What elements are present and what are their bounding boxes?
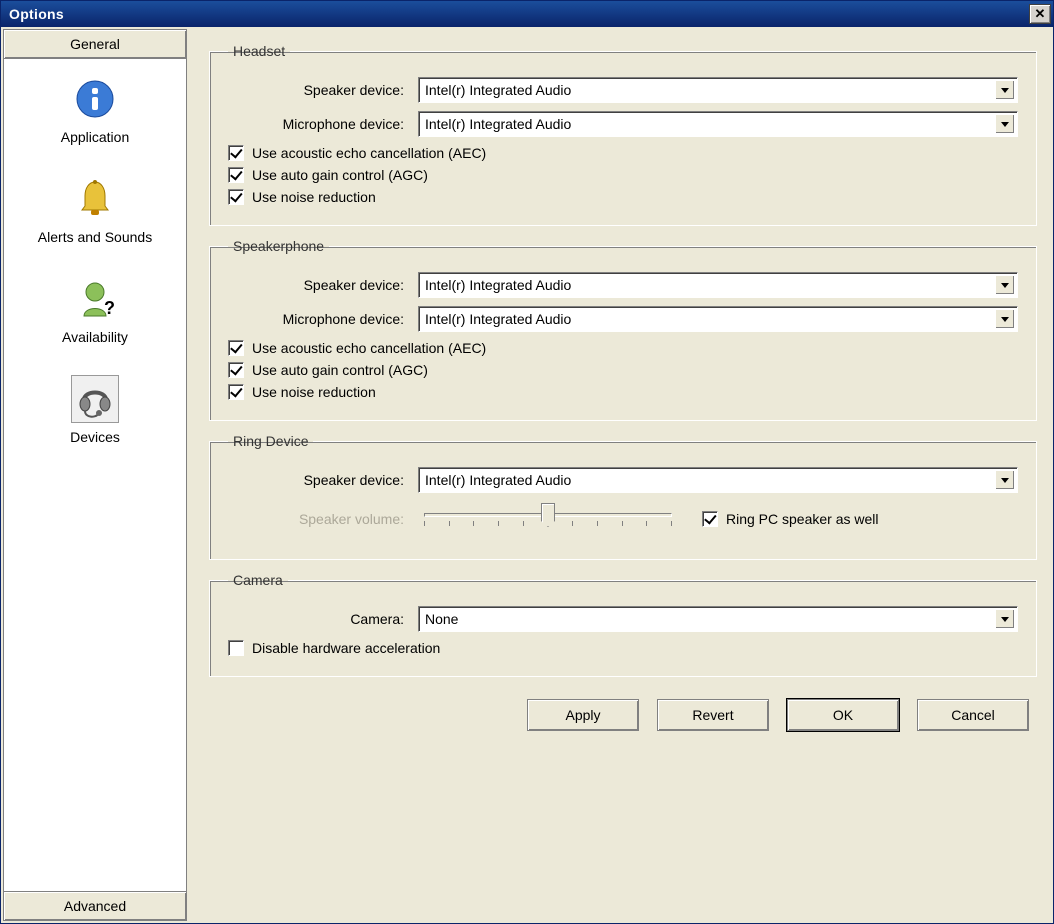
speakerphone-agc-checkbox[interactable] xyxy=(228,362,244,378)
checkbox-label: Disable hardware acceleration xyxy=(252,640,440,656)
chevron-down-icon xyxy=(995,114,1015,134)
sidebar-item-label: Application xyxy=(61,129,130,145)
checkbox-label: Use noise reduction xyxy=(252,384,376,400)
sidebar-item-label: Devices xyxy=(70,429,120,445)
options-window: Options ✕ General Application xyxy=(0,0,1054,924)
camera-label: Camera: xyxy=(228,611,418,627)
headset-icon xyxy=(71,375,119,423)
sidebar-item-label: Alerts and Sounds xyxy=(38,229,152,245)
chevron-down-icon xyxy=(995,309,1015,329)
disable-hw-accel-checkbox[interactable] xyxy=(228,640,244,656)
button-bar: Apply Revert OK Cancel xyxy=(209,689,1037,735)
chevron-down-icon xyxy=(995,470,1015,490)
group-headset: Headset Speaker device: Intel(r) Integra… xyxy=(209,43,1037,226)
titlebar: Options ✕ xyxy=(1,1,1053,27)
speakerphone-aec-checkbox[interactable] xyxy=(228,340,244,356)
camera-dropdown[interactable]: None xyxy=(418,606,1018,632)
chevron-down-icon xyxy=(995,80,1015,100)
group-legend: Headset xyxy=(228,43,290,59)
sidebar-items: Application Alerts and Sounds xyxy=(4,59,186,891)
window-title: Options xyxy=(9,6,64,22)
dropdown-value: None xyxy=(425,611,458,627)
ring-pc-speaker-checkbox[interactable] xyxy=(702,511,718,527)
dropdown-value: Intel(r) Integrated Audio xyxy=(425,277,571,293)
ring-volume-label: Speaker volume: xyxy=(228,511,418,527)
headset-speaker-dropdown[interactable]: Intel(r) Integrated Audio xyxy=(418,77,1018,103)
apply-button[interactable]: Apply xyxy=(527,699,639,731)
sidebar-item-application[interactable]: Application xyxy=(57,71,134,149)
sidebar-category-general[interactable]: General xyxy=(4,30,186,59)
ring-volume-slider[interactable] xyxy=(418,501,678,537)
group-camera: Camera Camera: None Disable hardware acc… xyxy=(209,572,1037,677)
cancel-button[interactable]: Cancel xyxy=(917,699,1029,731)
sidebar-item-devices[interactable]: Devices xyxy=(66,371,124,449)
svg-text:?: ? xyxy=(104,298,115,318)
headset-nr-checkbox[interactable] xyxy=(228,189,244,205)
checkbox-label: Use auto gain control (AGC) xyxy=(252,362,428,378)
sidebar: General Application xyxy=(3,29,187,921)
headset-speaker-label: Speaker device: xyxy=(228,82,418,98)
ok-button[interactable]: OK xyxy=(787,699,899,731)
ring-speaker-label: Speaker device: xyxy=(228,472,418,488)
sidebar-item-alerts[interactable]: Alerts and Sounds xyxy=(34,171,156,249)
headset-mic-label: Microphone device: xyxy=(228,116,418,132)
bell-icon xyxy=(71,175,119,223)
headset-aec-checkbox[interactable] xyxy=(228,145,244,161)
close-button[interactable]: ✕ xyxy=(1029,4,1051,24)
headset-agc-checkbox[interactable] xyxy=(228,167,244,183)
group-speakerphone: Speakerphone Speaker device: Intel(r) In… xyxy=(209,238,1037,421)
speakerphone-mic-dropdown[interactable]: Intel(r) Integrated Audio xyxy=(418,306,1018,332)
dropdown-value: Intel(r) Integrated Audio xyxy=(425,472,571,488)
group-legend: Camera xyxy=(228,572,288,588)
dropdown-value: Intel(r) Integrated Audio xyxy=(425,311,571,327)
checkbox-label: Ring PC speaker as well xyxy=(726,511,879,527)
availability-icon: ? xyxy=(71,275,119,323)
dropdown-value: Intel(r) Integrated Audio xyxy=(425,82,571,98)
chevron-down-icon xyxy=(995,609,1015,629)
group-legend: Speakerphone xyxy=(228,238,329,254)
close-icon: ✕ xyxy=(1035,6,1046,22)
dropdown-value: Intel(r) Integrated Audio xyxy=(425,116,571,132)
application-icon xyxy=(71,75,119,123)
checkbox-label: Use acoustic echo cancellation (AEC) xyxy=(252,145,486,161)
ring-speaker-dropdown[interactable]: Intel(r) Integrated Audio xyxy=(418,467,1018,493)
checkbox-label: Use acoustic echo cancellation (AEC) xyxy=(252,340,486,356)
main-panel: Headset Speaker device: Intel(r) Integra… xyxy=(195,29,1051,921)
chevron-down-icon xyxy=(995,275,1015,295)
group-legend: Ring Device xyxy=(228,433,313,449)
speakerphone-nr-checkbox[interactable] xyxy=(228,384,244,400)
sidebar-item-availability[interactable]: ? Availability xyxy=(58,271,132,349)
headset-mic-dropdown[interactable]: Intel(r) Integrated Audio xyxy=(418,111,1018,137)
group-ring-device: Ring Device Speaker device: Intel(r) Int… xyxy=(209,433,1037,560)
revert-button[interactable]: Revert xyxy=(657,699,769,731)
speakerphone-mic-label: Microphone device: xyxy=(228,311,418,327)
sidebar-item-label: Availability xyxy=(62,329,128,345)
window-body: General Application xyxy=(1,27,1053,923)
checkbox-label: Use noise reduction xyxy=(252,189,376,205)
checkbox-label: Use auto gain control (AGC) xyxy=(252,167,428,183)
sidebar-category-advanced[interactable]: Advanced xyxy=(4,891,186,920)
speakerphone-speaker-label: Speaker device: xyxy=(228,277,418,293)
speakerphone-speaker-dropdown[interactable]: Intel(r) Integrated Audio xyxy=(418,272,1018,298)
